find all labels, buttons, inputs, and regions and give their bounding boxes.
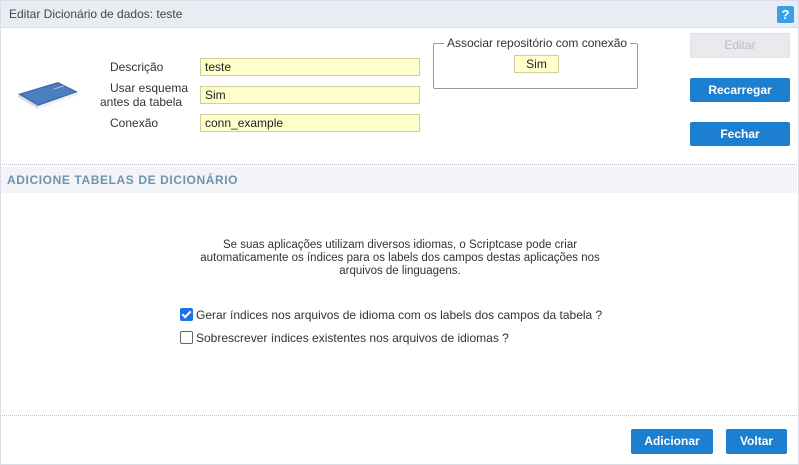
divider-top bbox=[0, 164, 797, 165]
info-text: Se suas aplicações utilizam diversos idi… bbox=[180, 239, 620, 278]
fechar-button[interactable]: Fechar bbox=[690, 122, 790, 146]
gerar-indices-label[interactable]: Gerar índices nos arquivos de idioma com… bbox=[196, 308, 602, 322]
voltar-button[interactable]: Voltar bbox=[726, 429, 787, 454]
usar-esquema-field[interactable]: Sim bbox=[200, 86, 420, 104]
conexao-label: Conexão bbox=[110, 116, 159, 130]
sobrescrever-checkbox[interactable] bbox=[180, 331, 193, 344]
adicionar-button[interactable]: Adicionar bbox=[631, 429, 713, 454]
option-gerar-indices-row: Gerar índices nos arquivos de idioma com… bbox=[180, 308, 602, 322]
divider-bottom bbox=[0, 415, 797, 416]
info-line-2: automaticamente os índices para os label… bbox=[200, 252, 600, 264]
sobrescrever-label[interactable]: Sobrescrever índices existentes nos arqu… bbox=[196, 331, 509, 345]
conexao-field[interactable]: conn_example bbox=[200, 114, 420, 132]
dictionary-book-icon bbox=[18, 82, 78, 109]
option-sobrescrever-row: Sobrescrever índices existentes nos arqu… bbox=[180, 331, 509, 345]
window-titlebar: Editar Dicionário de dados: teste ? bbox=[0, 0, 799, 28]
associar-repositorio-legend: Associar repositório com conexão bbox=[444, 36, 631, 50]
help-button[interactable]: ? bbox=[777, 6, 794, 23]
descricao-field[interactable]: teste bbox=[200, 58, 420, 76]
usar-esquema-label-line1: Usar esquema bbox=[110, 81, 189, 95]
info-line-3: arquivos de linguagens. bbox=[339, 265, 461, 277]
section-header: ADICIONE TABELAS DE DICIONÁRIO bbox=[1, 167, 797, 193]
descricao-label: Descrição bbox=[110, 60, 164, 74]
info-line-1: Se suas aplicações utilizam diversos idi… bbox=[222, 239, 578, 251]
editar-button[interactable]: Editar bbox=[690, 33, 790, 58]
associar-repositorio-value[interactable]: Sim bbox=[514, 55, 559, 73]
gerar-indices-checkbox[interactable] bbox=[180, 308, 193, 321]
window-title: Editar Dicionário de dados: teste bbox=[9, 7, 183, 21]
recarregar-button[interactable]: Recarregar bbox=[690, 78, 790, 102]
usar-esquema-label-line2: antes da tabela bbox=[100, 95, 183, 109]
section-title: ADICIONE TABELAS DE DICIONÁRIO bbox=[7, 173, 239, 187]
